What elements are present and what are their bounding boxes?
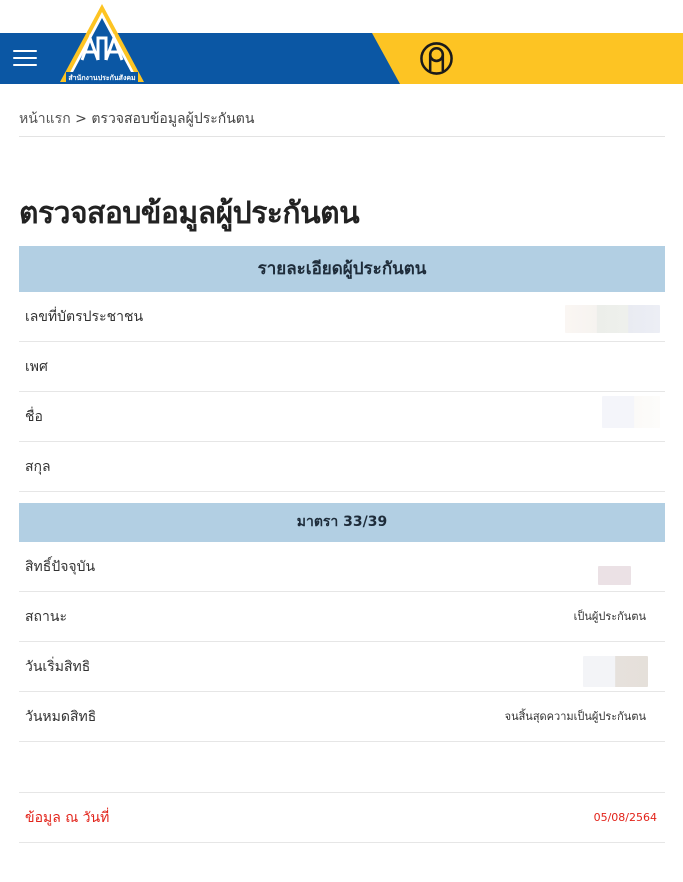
- last-name-label: สกุล: [25, 459, 51, 475]
- row-start-date: วันเริ่มสิทธิ: [19, 642, 665, 692]
- page-title: ตรวจสอบข้อมูลผู้ประกันตน: [19, 196, 360, 231]
- insured-section-header: รายละเอียดผู้ประกันตน: [19, 246, 665, 292]
- redacted-id-card: [565, 305, 660, 333]
- hamburger-icon[interactable]: [13, 48, 37, 68]
- breadcrumb: หน้าแรก > ตรวจสอบข้อมูลผู้ประกันตน: [19, 108, 665, 137]
- row-first-name: ชื่อ: [19, 392, 665, 442]
- status-value: เป็นผู้ประกันตน: [573, 610, 646, 623]
- breadcrumb-current: ตรวจสอบข้อมูลผู้ประกันตน: [91, 111, 255, 127]
- row-end-date: วันหมดสิทธิ จนสิ้นสุดความเป็นผู้ประกันตน: [19, 692, 665, 742]
- row-current-right: สิทธิ์ปัจจุบัน: [19, 542, 665, 592]
- status-label: สถานะ: [25, 609, 67, 625]
- data-as-of-date: 05/08/2564: [593, 811, 657, 824]
- logo-text: สำนักงานประกันสังคม: [68, 74, 136, 82]
- redacted-first-name: [602, 396, 660, 428]
- end-date-value: จนสิ้นสุดความเป็นผู้ประกันตน: [504, 710, 646, 723]
- article-section-header: มาตรา 33/39: [19, 503, 665, 542]
- start-date-label: วันเริ่มสิทธิ: [25, 659, 91, 675]
- row-id-card: เลขที่บัตรประชาชน: [19, 292, 665, 342]
- redacted-start-date: [583, 656, 648, 687]
- user-circle-icon[interactable]: [419, 41, 454, 76]
- gender-label: เพศ: [25, 359, 48, 375]
- data-as-of-row: ข้อมูล ณ วันที่ 05/08/2564: [19, 792, 665, 843]
- row-gender: เพศ: [19, 342, 665, 392]
- end-date-label: วันหมดสิทธิ: [25, 709, 97, 725]
- breadcrumb-home-link[interactable]: หน้าแรก: [19, 111, 71, 127]
- breadcrumb-separator: >: [70, 111, 92, 127]
- row-last-name: สกุล: [19, 442, 665, 492]
- row-status: สถานะ เป็นผู้ประกันตน: [19, 592, 665, 642]
- redacted-current-right: [598, 566, 631, 585]
- id-card-label: เลขที่บัตรประชาชน: [25, 309, 144, 325]
- first-name-label: ชื่อ: [25, 409, 43, 425]
- sso-logo-icon[interactable]: [58, 2, 146, 84]
- current-right-label: สิทธิ์ปัจจุบัน: [25, 559, 96, 575]
- data-as-of-label: ข้อมูล ณ วันที่: [25, 810, 110, 826]
